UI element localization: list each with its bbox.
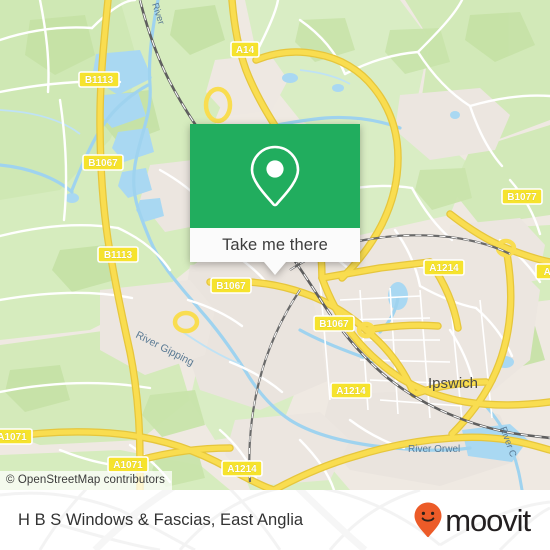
- callout-pointer: [264, 262, 286, 275]
- road-shield: A14: [230, 41, 260, 58]
- road-shield: A1214: [221, 460, 263, 477]
- road-shield: A1214: [423, 259, 465, 276]
- moovit-place-card: Ipswich River Gipping River Orwel River …: [0, 0, 550, 550]
- moovit-wordmark: moovit: [445, 502, 531, 538]
- svg-text:B1113: B1113: [85, 75, 114, 86]
- place-title: H B S Windows & Fascias, East Anglia: [18, 510, 304, 529]
- svg-text:A1071: A1071: [113, 460, 143, 471]
- road-shield: B1113: [97, 246, 139, 263]
- road-shield: A1071: [0, 428, 33, 445]
- moovit-smiley-pin-icon: [414, 502, 442, 538]
- svg-text:B1067: B1067: [88, 158, 118, 169]
- svg-text:A14: A14: [236, 45, 255, 56]
- callout-icon-area: [190, 124, 360, 228]
- osm-attribution: © OpenStreetMap contributors: [0, 471, 172, 490]
- road-shield: B1067: [210, 277, 252, 294]
- footer-bar: H B S Windows & Fascias, East Anglia moo…: [0, 490, 550, 550]
- road-shield: B1067: [82, 154, 124, 171]
- svg-text:A1214: A1214: [336, 386, 366, 397]
- road-shield: A1214: [330, 382, 372, 399]
- moovit-logo[interactable]: moovit: [413, 501, 531, 539]
- svg-text:A1071: A1071: [0, 432, 27, 443]
- svg-text:B1113: B1113: [104, 250, 133, 261]
- svg-text:B1077: B1077: [507, 192, 537, 203]
- svg-text:B1067: B1067: [319, 319, 349, 330]
- callout-action-area[interactable]: Take me there: [190, 228, 360, 275]
- svg-text:A1214: A1214: [227, 464, 257, 475]
- svg-text:A1214: A1214: [429, 263, 459, 274]
- take-me-there-label: Take me there: [222, 235, 328, 254]
- place-callout[interactable]: Take me there: [190, 124, 360, 275]
- map-pin-icon: [250, 145, 300, 207]
- road-shield: A1: [535, 263, 550, 280]
- svg-text:A1: A1: [544, 267, 550, 278]
- svg-text:B1067: B1067: [216, 281, 246, 292]
- map-viewport[interactable]: Ipswich River Gipping River Orwel River …: [0, 0, 550, 490]
- road-shield: B1077: [501, 188, 543, 205]
- road-shield: B1067: [313, 315, 355, 332]
- road-shield: B1113: [78, 71, 120, 88]
- road-shield: A1071: [107, 456, 149, 473]
